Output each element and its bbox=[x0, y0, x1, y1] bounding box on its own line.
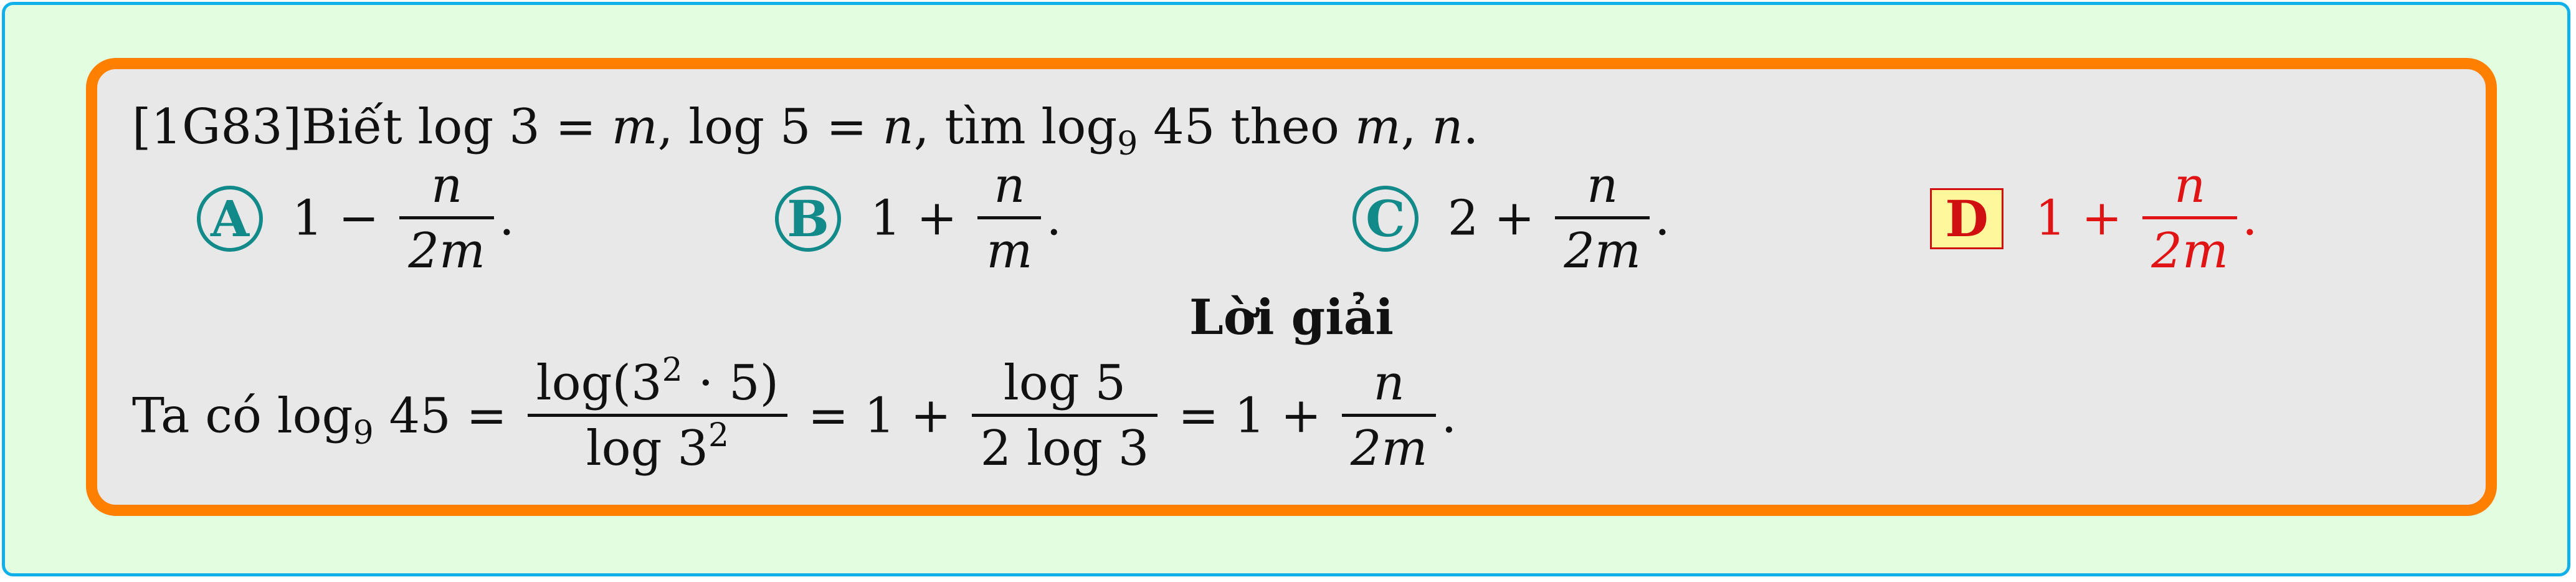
choice-d-correct[interactable]: D 1 + n 2m . bbox=[1930, 161, 2258, 275]
choice-b-expression: 1 + n m . bbox=[870, 158, 1062, 279]
choice-c-fraction: n 2m bbox=[1555, 161, 1650, 275]
question-text: [1G83]Biết log 3 = m, log 5 = n, tìm log… bbox=[132, 99, 1479, 163]
choice-a-expression: 1 − n 2m . bbox=[292, 158, 515, 279]
solution-fraction-3: n 2m bbox=[1341, 359, 1437, 473]
choice-a-fraction: n 2m bbox=[399, 161, 494, 275]
choice-b-badge: B bbox=[775, 185, 841, 252]
choice-d-badge: D bbox=[1930, 188, 2003, 249]
choice-a[interactable]: A 1 − n 2m . bbox=[197, 161, 515, 275]
solution-fraction-1: log(32 · 5) log 32 bbox=[527, 354, 788, 473]
choice-c-expression: 2 + n 2m . bbox=[1447, 158, 1670, 279]
question-box: [1G83]Biết log 3 = m, log 5 = n, tìm log… bbox=[86, 58, 2497, 516]
choice-a-badge: A bbox=[197, 185, 263, 252]
choice-c-badge: C bbox=[1352, 185, 1419, 252]
question-id: [1G83] bbox=[132, 99, 302, 155]
choice-b[interactable]: B 1 + n m . bbox=[775, 161, 1062, 275]
outer-frame: [1G83]Biết log 3 = m, log 5 = n, tìm log… bbox=[2, 2, 2570, 576]
solution-fraction-2: log 5 2 log 3 bbox=[971, 359, 1158, 473]
choice-c[interactable]: C 2 + n 2m . bbox=[1352, 161, 1670, 275]
solution-text: Ta có log9 45 = log(32 · 5) log 32 = 1 +… bbox=[132, 351, 1457, 477]
choice-d-expression: 1 + n 2m . bbox=[2035, 158, 2258, 279]
solution-heading: Lời giải bbox=[1189, 289, 1394, 346]
choice-d-fraction: n 2m bbox=[2142, 161, 2237, 275]
choice-b-fraction: n m bbox=[977, 161, 1042, 275]
